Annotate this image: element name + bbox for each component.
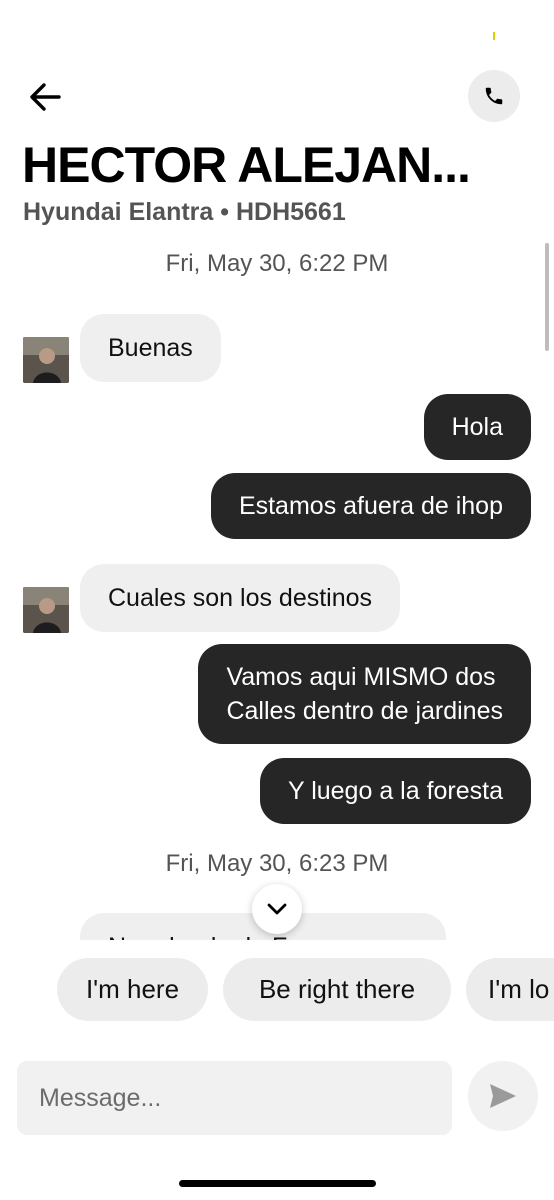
- scroll-to-bottom-button[interactable]: [252, 884, 302, 934]
- message-bubble-outgoing: Y luego a la foresta: [260, 758, 531, 824]
- call-button[interactable]: [468, 70, 520, 122]
- driver-name-title: HECTOR ALEJAN...: [22, 137, 471, 193]
- arrow-left-icon: [30, 83, 61, 111]
- avatar[interactable]: [23, 337, 69, 383]
- vehicle-info: Hyundai Elantra • HDH5661: [23, 198, 346, 226]
- phone-icon: [485, 87, 503, 105]
- message-input[interactable]: [17, 1061, 452, 1135]
- driver-photo: [23, 337, 69, 383]
- driver-photo: [23, 587, 69, 633]
- message-timestamp: Fri, May 30, 6:23 PM: [165, 850, 389, 877]
- avatar[interactable]: [23, 587, 69, 633]
- message-composer: [17, 1061, 452, 1135]
- message-bubble-outgoing: Vamos aqui MISMO dos Calles dentro de ja…: [198, 644, 531, 744]
- quick-reply-im-here[interactable]: I'm here: [57, 958, 208, 1021]
- message-bubble-incoming: Cuales son los destinos: [80, 564, 401, 632]
- quick-reply-be-right-there[interactable]: Be right there: [223, 958, 451, 1021]
- send-button[interactable]: [468, 1061, 538, 1131]
- status-indicator: [493, 32, 495, 40]
- send-icon: [490, 1084, 516, 1108]
- chevron-down-icon: [267, 903, 287, 915]
- message-list[interactable]: Fri, May 30, 6:22 PM Buenas Hola Estamos…: [0, 240, 554, 940]
- scrollbar[interactable]: [545, 243, 549, 351]
- message-bubble-outgoing: Estamos afuera de ihop: [210, 473, 531, 539]
- quick-reply-im-lo[interactable]: I'm lo: [466, 958, 554, 1021]
- message-timestamp: Fri, May 30, 6:22 PM: [165, 250, 389, 277]
- home-indicator[interactable]: [179, 1180, 376, 1187]
- back-button[interactable]: [22, 74, 68, 120]
- message-bubble-incoming: Buenas: [80, 314, 221, 382]
- message-bubble-outgoing: Hola: [423, 394, 531, 460]
- chat-header: HECTOR ALEJAN... Hyundai Elantra • HDH56…: [0, 0, 554, 240]
- quick-replies: I'm here Be right there I'm lo: [0, 958, 554, 1022]
